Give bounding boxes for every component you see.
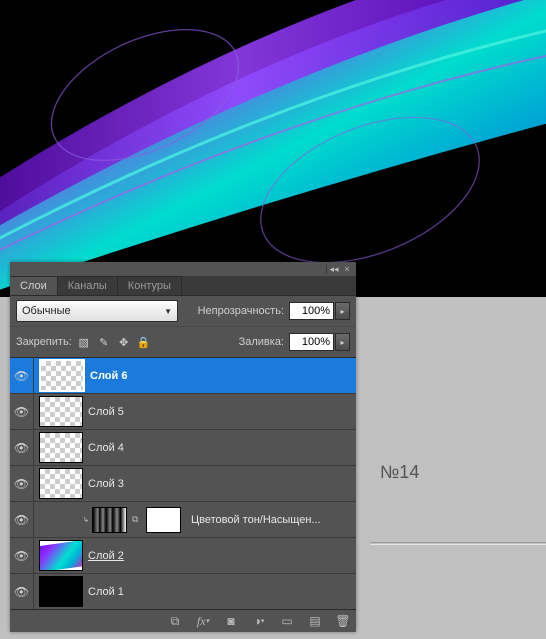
step-number-label: №14 xyxy=(380,462,419,483)
visibility-toggle[interactable]: 👁 xyxy=(10,394,34,429)
panel-close-icon[interactable]: × xyxy=(341,265,353,274)
fill-stepper[interactable]: ▸ xyxy=(335,333,350,351)
layer-thumbnail[interactable] xyxy=(39,396,83,427)
visibility-toggle[interactable]: 👁 xyxy=(10,358,34,393)
fill-label: Заливка: xyxy=(239,336,284,348)
panel-menu-icon[interactable]: ◂◂ xyxy=(326,265,341,274)
adjustment-layer-icon[interactable]: ◑▾ xyxy=(251,613,267,629)
light-streaks xyxy=(0,0,546,297)
layer-name[interactable]: Слой 5 xyxy=(88,406,124,418)
layer-item[interactable]: 👁 Слой 5 xyxy=(10,394,356,430)
layer-name[interactable]: Слой 6 xyxy=(90,370,127,382)
layer-name[interactable]: Слой 1 xyxy=(88,586,124,598)
opacity-label: Непрозрачность: xyxy=(198,305,284,317)
blend-mode-select[interactable]: Обычные ▼ xyxy=(16,300,178,322)
divider xyxy=(370,542,546,543)
layer-name[interactable]: Цветовой тон/Насыщен... xyxy=(191,514,321,526)
visibility-toggle[interactable]: 👁 xyxy=(10,574,34,609)
add-mask-icon[interactable]: ◙ xyxy=(223,613,239,629)
layer-thumbnail[interactable] xyxy=(39,540,83,571)
lock-position-icon[interactable]: ✥ xyxy=(117,335,131,349)
delete-layer-icon[interactable]: 🗑 xyxy=(335,613,351,629)
layer-name[interactable]: Слой 4 xyxy=(88,442,124,454)
opacity-stepper[interactable]: ▸ xyxy=(335,302,350,320)
layer-thumbnail[interactable] xyxy=(39,468,83,499)
layer-thumbnail[interactable] xyxy=(39,432,83,463)
tab-paths[interactable]: Контуры xyxy=(118,276,182,295)
canvas-preview xyxy=(0,0,546,297)
layer-mask-thumbnail[interactable] xyxy=(146,507,181,533)
panel-titlebar: ◂◂ × xyxy=(10,262,356,276)
clip-arrow-icon: ↳ xyxy=(83,516,89,524)
layer-thumbnail[interactable] xyxy=(39,576,83,607)
lock-transparency-icon[interactable]: ▧ xyxy=(77,335,91,349)
fill-input[interactable]: 100% xyxy=(289,333,334,351)
layer-item[interactable]: 👁 Слой 1 xyxy=(10,574,356,610)
artwork xyxy=(0,0,546,297)
visibility-toggle[interactable]: 👁 xyxy=(10,538,34,573)
new-layer-icon[interactable]: ▤ xyxy=(307,613,323,629)
layer-name[interactable]: Слой 2 xyxy=(88,550,124,562)
link-icon[interactable]: ⧉ xyxy=(132,514,144,525)
visibility-toggle[interactable]: 👁 xyxy=(10,430,34,465)
link-layers-icon[interactable]: ⧉ xyxy=(167,613,183,629)
lock-all-icon[interactable]: 🔒 xyxy=(137,335,151,349)
visibility-toggle[interactable]: 👁 xyxy=(10,466,34,501)
layer-item[interactable]: 👁 Слой 3 xyxy=(10,466,356,502)
lock-icons: ▧ ✎ ✥ 🔒 xyxy=(77,335,151,349)
layer-item[interactable]: 👁 Слой 2 xyxy=(10,538,356,574)
lock-row: Закрепить: ▧ ✎ ✥ 🔒 Заливка: 100% ▸ xyxy=(10,327,356,358)
layer-list: 👁 Слой 6 👁 Слой 5 👁 Слой 4 👁 Слой 3 👁 ↳ … xyxy=(10,358,356,610)
lock-label: Закрепить: xyxy=(16,336,72,348)
adjustment-layer-item[interactable]: 👁 ↳ ⧉ Цветовой тон/Насыщен... xyxy=(10,502,356,538)
visibility-toggle[interactable]: 👁 xyxy=(10,502,34,537)
layer-item[interactable]: 👁 Слой 6 xyxy=(10,358,356,394)
layers-panel: ◂◂ × Слои Каналы Контуры Обычные ▼ Непро… xyxy=(10,262,356,632)
blend-mode-value: Обычные xyxy=(22,305,71,317)
tab-channels[interactable]: Каналы xyxy=(58,276,118,295)
dropdown-arrow-icon: ▼ xyxy=(164,307,172,316)
clip-indicator: ↳ xyxy=(34,516,89,524)
adjustment-thumbnail[interactable] xyxy=(92,507,127,533)
blend-row: Обычные ▼ Непрозрачность: 100% ▸ xyxy=(10,296,356,327)
tab-layers[interactable]: Слои xyxy=(10,276,58,295)
layer-item[interactable]: 👁 Слой 4 xyxy=(10,430,356,466)
layer-thumbnail[interactable] xyxy=(39,359,85,392)
new-group-icon[interactable]: ▭ xyxy=(279,613,295,629)
panel-footer: ⧉ fx▾ ◙ ◑▾ ▭ ▤ 🗑 xyxy=(10,609,356,632)
panel-tabs: Слои Каналы Контуры xyxy=(10,276,356,296)
opacity-input[interactable]: 100% xyxy=(289,302,334,320)
divider xyxy=(370,544,546,545)
lock-pixels-icon[interactable]: ✎ xyxy=(97,335,111,349)
layer-name[interactable]: Слой 3 xyxy=(88,478,124,490)
fx-icon[interactable]: fx▾ xyxy=(195,613,211,629)
